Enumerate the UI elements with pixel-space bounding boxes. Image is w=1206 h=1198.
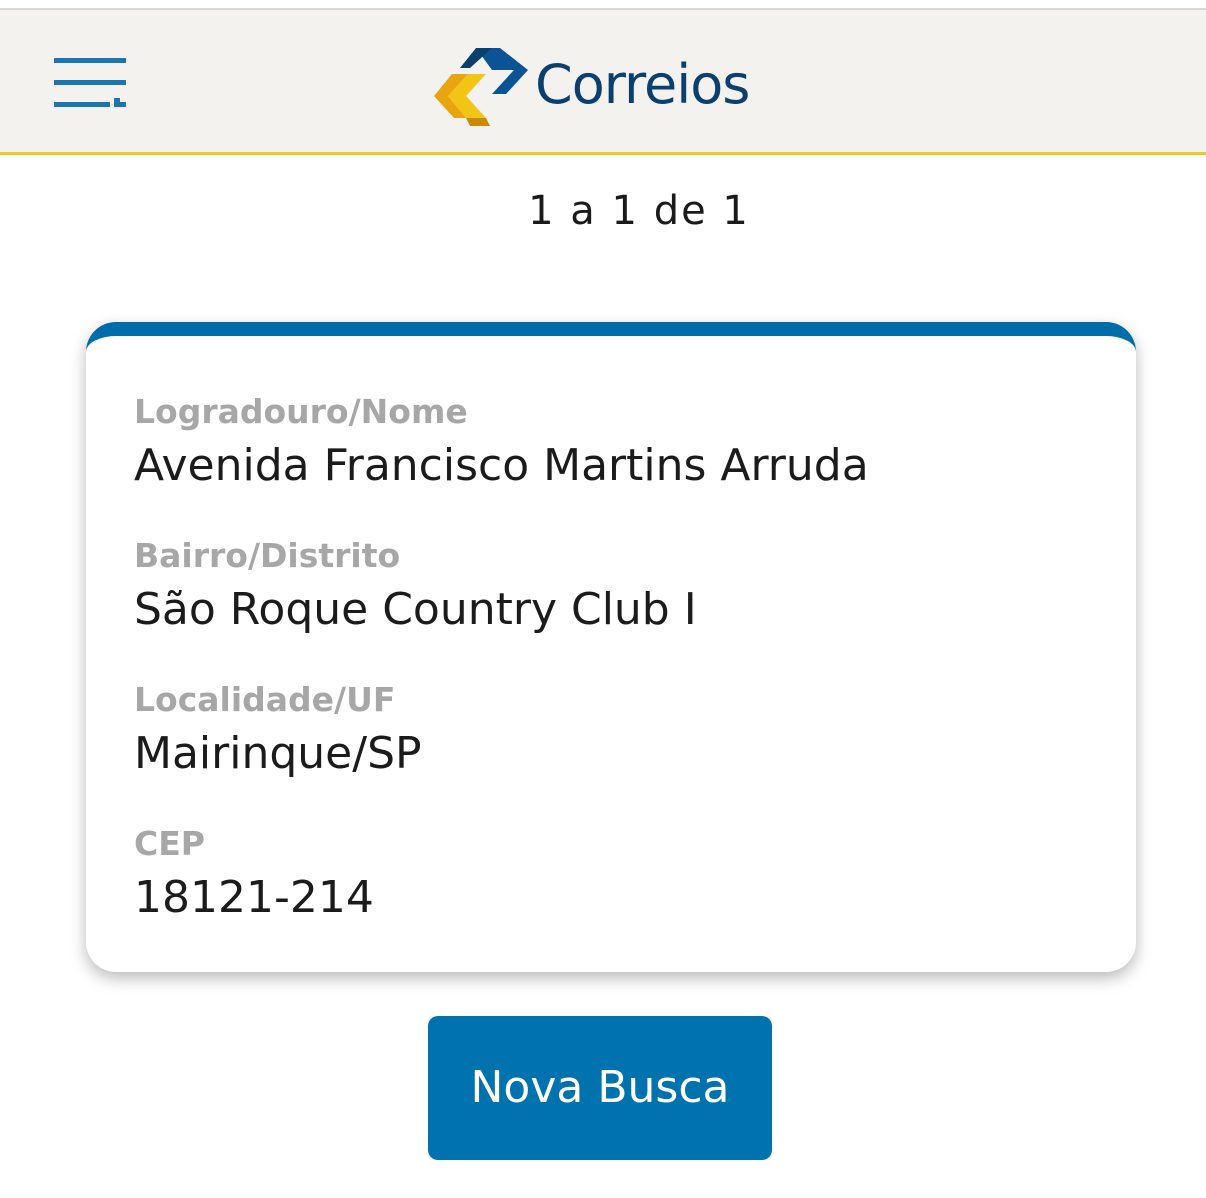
app-header: Correios xyxy=(0,10,1206,155)
top-divider xyxy=(0,0,1206,10)
locality-field: Localidade/UF Mairinque/SP xyxy=(134,680,422,782)
cep-label: CEP xyxy=(134,824,205,863)
district-value: São Roque Country Club I xyxy=(134,584,697,635)
street-value: Avenida Francisco Martins Arruda xyxy=(134,440,869,491)
street-field: Logradouro/Nome Avenida Francisco Martin… xyxy=(134,392,869,494)
locality-label: Localidade/UF xyxy=(134,680,396,719)
menu-button[interactable] xyxy=(54,58,126,110)
new-search-button[interactable]: Nova Busca xyxy=(428,1016,772,1160)
district-field: Bairro/Distrito São Roque Country Club I xyxy=(134,536,697,638)
correios-logo[interactable]: Correios xyxy=(430,46,780,132)
hamburger-menu-icon xyxy=(54,58,126,107)
street-label: Logradouro/Nome xyxy=(134,392,468,431)
results-pagination: 1 a 1 de 1 xyxy=(528,188,750,234)
cep-field: CEP 18121-214 xyxy=(134,824,374,926)
correios-logo-icon xyxy=(434,48,528,126)
cep-value: 18121-214 xyxy=(134,872,374,923)
logo-wordmark: Correios xyxy=(535,53,750,116)
district-label: Bairro/Distrito xyxy=(134,536,401,575)
locality-value: Mairinque/SP xyxy=(134,728,422,779)
address-result-card: Logradouro/Nome Avenida Francisco Martin… xyxy=(86,322,1136,972)
